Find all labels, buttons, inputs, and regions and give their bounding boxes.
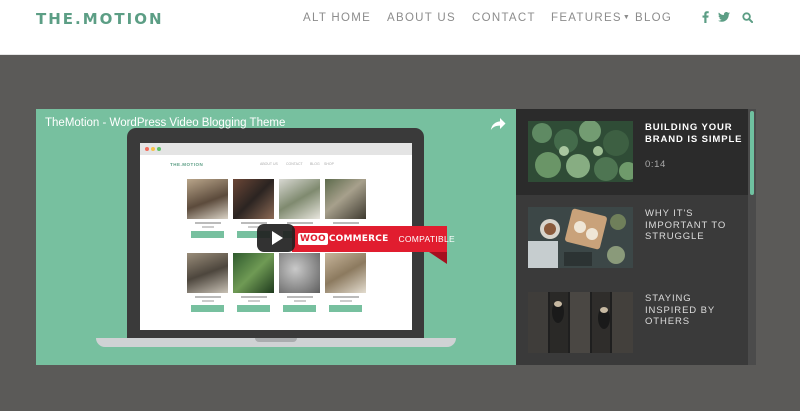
playlist-item-duration: 0:14 xyxy=(645,159,666,170)
product-image xyxy=(279,179,320,219)
ribbon-tail xyxy=(429,252,447,264)
product-image xyxy=(325,179,366,219)
commerce-label: COMMERCE xyxy=(328,234,389,244)
nav-blog[interactable]: BLOG xyxy=(635,12,672,24)
product-card xyxy=(233,253,274,312)
woo-label: WOO xyxy=(298,233,328,245)
product-card xyxy=(325,253,366,312)
nav-contact[interactable]: CONTACT xyxy=(472,12,536,24)
video-title[interactable]: TheMotion - WordPress Video Blogging The… xyxy=(45,117,285,129)
product-image xyxy=(325,253,366,293)
playlist-item[interactable]: STAYING INSPIRED BY OTHERS xyxy=(516,280,748,366)
product-image xyxy=(187,253,228,293)
screen-nav-item: SHOP xyxy=(324,162,334,166)
nav-features[interactable]: FEATURES▼ xyxy=(551,12,631,24)
playlist-item[interactable]: BUILDING YOUR BRAND IS SIMPLE 0:14 xyxy=(516,109,748,195)
playlist-item-title: WHY IT'S IMPORTANT TO STRUGGLE xyxy=(645,208,727,242)
screen-nav-item: BLOG xyxy=(310,162,320,166)
screen-site-logo: THE.MOTION xyxy=(170,162,204,167)
play-button[interactable] xyxy=(257,224,295,252)
share-icon[interactable] xyxy=(490,117,506,131)
chevron-down-icon: ▼ xyxy=(622,14,632,21)
browser-dot-icon xyxy=(145,147,149,151)
product-card xyxy=(187,253,228,312)
product-image xyxy=(279,253,320,293)
browser-bar xyxy=(140,143,412,155)
search-icon[interactable] xyxy=(740,10,754,24)
playlist-item[interactable]: WHY IT'S IMPORTANT TO STRUGGLE xyxy=(516,195,748,281)
twitter-icon[interactable] xyxy=(717,10,731,24)
product-image xyxy=(233,179,274,219)
video-playlist: BUILDING YOUR BRAND IS SIMPLE 0:14 WHY I… xyxy=(516,109,756,365)
playlist-thumbnail xyxy=(528,121,633,182)
laptop-notch xyxy=(255,338,297,342)
play-icon xyxy=(272,231,283,245)
nav-features-label: FEATURES xyxy=(551,12,622,24)
screen-nav-item: ABOUT US xyxy=(260,162,278,166)
playlist-thumbnail xyxy=(528,292,633,353)
video-player[interactable]: THE.MOTION ABOUT US CONTACT BLOG SHOP WO… xyxy=(36,109,516,365)
nav-alt-home[interactable]: ALT HOME xyxy=(303,12,371,24)
product-card xyxy=(279,253,320,312)
playlist-thumbnail xyxy=(528,207,633,268)
playlist-scrollbar-thumb[interactable] xyxy=(750,111,754,195)
compatible-label: COMPATIBLE xyxy=(398,234,455,244)
woocommerce-logo: WOO COMMERCE xyxy=(298,233,389,245)
screen-nav-item: CONTACT xyxy=(286,162,303,166)
product-card xyxy=(187,179,228,238)
playlist-item-title: BUILDING YOUR BRAND IS SIMPLE xyxy=(645,122,743,145)
browser-dot-icon xyxy=(151,147,155,151)
site-header: THE.MOTION ALT HOME ABOUT US CONTACT FEA… xyxy=(0,0,800,55)
product-image xyxy=(187,179,228,219)
product-image xyxy=(233,253,274,293)
browser-dot-icon xyxy=(157,147,161,151)
woocommerce-compatible-ribbon: WOO COMMERCE COMPATIBLE xyxy=(292,226,455,252)
facebook-icon[interactable] xyxy=(698,10,712,24)
nav-about-us[interactable]: ABOUT US xyxy=(387,12,456,24)
playlist-item-title: STAYING INSPIRED BY OTHERS xyxy=(645,293,715,327)
site-logo[interactable]: THE.MOTION xyxy=(36,10,164,28)
